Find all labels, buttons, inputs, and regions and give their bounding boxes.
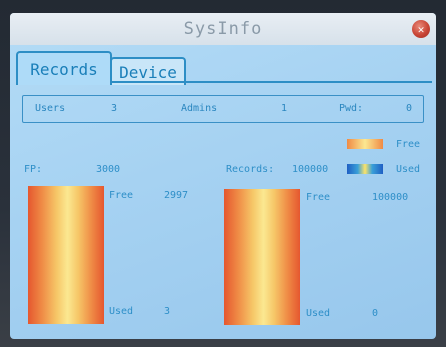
records-label: Records: xyxy=(226,164,275,175)
records-used-value: 0 xyxy=(372,308,379,319)
tab-divider xyxy=(108,81,432,83)
tab-records-label: Records xyxy=(30,59,98,79)
tab-records[interactable]: Records xyxy=(16,51,112,85)
window-title: SysInfo xyxy=(183,19,263,39)
admins-label: Admins xyxy=(181,103,218,114)
pwd-value: 0 xyxy=(406,103,413,114)
users-value: 3 xyxy=(111,103,118,114)
fp-capacity: 3000 xyxy=(96,164,121,175)
records-free-value: 100000 xyxy=(372,192,409,203)
fp-free-value: 2997 xyxy=(164,190,189,201)
legend-free-label: Free xyxy=(396,139,421,150)
fp-used-value: 3 xyxy=(164,306,171,317)
legend-used-label: Used xyxy=(396,164,421,175)
screen: SysInfo ✕ Records Device Users 3 Admins … xyxy=(10,13,436,339)
fp-used-label: Used xyxy=(109,306,134,317)
records-usage-bar xyxy=(224,189,300,325)
records-used-label: Used xyxy=(306,308,331,319)
tab-device-label: Device xyxy=(119,62,177,82)
summary-box: Users 3 Admins 1 Pwd: 0 xyxy=(22,95,424,123)
users-label: Users xyxy=(35,103,66,114)
legend-used-swatch xyxy=(347,164,383,174)
fp-free-label: Free xyxy=(109,190,134,201)
legend-free-swatch xyxy=(347,139,383,149)
fp-usage-bar xyxy=(28,186,104,324)
fp-label: FP: xyxy=(24,164,43,175)
pwd-label: Pwd: xyxy=(339,103,364,114)
admins-value: 1 xyxy=(281,103,288,114)
title-bar: SysInfo ✕ xyxy=(10,13,436,45)
device-frame: SysInfo ✕ Records Device Users 3 Admins … xyxy=(0,0,446,347)
records-capacity: 100000 xyxy=(292,164,329,175)
records-free-label: Free xyxy=(306,192,331,203)
close-icon[interactable]: ✕ xyxy=(412,20,430,38)
